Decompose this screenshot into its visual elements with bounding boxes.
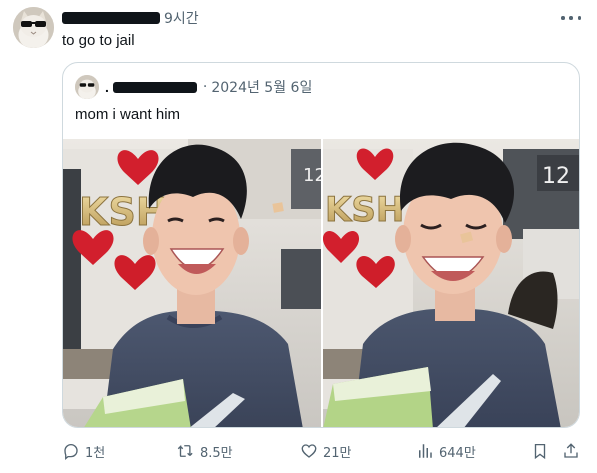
quoted-date-separator: · (202, 79, 208, 95)
reply-count: 1천 (85, 445, 106, 461)
view-count: 644만 (439, 445, 476, 461)
reply-button[interactable]: 1천 (62, 438, 105, 464)
truck-number-text-2: 12 (542, 164, 570, 189)
quoted-text: mom i want him (75, 106, 181, 123)
retweet-button[interactable]: 8.5만 (175, 438, 233, 464)
like-button[interactable]: 21만 (300, 438, 352, 464)
quoted-tweet[interactable]: . · 2024년 5월 6일 mom i want him 1 KSH 12 … (62, 62, 580, 428)
quoted-name-prefix: . (105, 79, 109, 95)
tweet-header: 9시간 (62, 8, 199, 28)
like-count: 21만 (323, 445, 352, 461)
share-button[interactable] (562, 438, 580, 464)
tweet-time[interactable]: 9시간 (164, 8, 199, 28)
redacted-username[interactable] (62, 12, 160, 24)
views-bar-chart-icon (419, 444, 432, 458)
quoted-date: 2024년 5월 6일 (211, 80, 313, 96)
more-dots-icon[interactable] (561, 10, 581, 26)
truck-number-text: 12 (303, 165, 321, 186)
tweet-actions: 1천 8.5만 21만 644만 (62, 438, 584, 464)
heart-icon (301, 444, 317, 458)
media-photo-2[interactable]: 12 KSH (323, 139, 579, 427)
media-photo-1[interactable]: 12 KSH (63, 139, 321, 427)
quoted-tweet-header: . · 2024년 5월 6일 (75, 75, 312, 99)
balloon-sign-text-2: KSH (325, 190, 404, 230)
retweet-count: 8.5만 (200, 445, 233, 461)
quoted-redacted-username (112, 81, 197, 93)
share-upload-icon (564, 443, 578, 458)
avatar[interactable] (13, 7, 54, 48)
quoted-avatar (75, 75, 99, 99)
retweet-icon (177, 444, 193, 457)
tweet-text: to go to jail (62, 32, 135, 49)
tweet: 9시간 to go to jail . · 2024년 5월 6일 mom i … (0, 0, 597, 473)
bookmark-button[interactable] (531, 438, 549, 464)
quoted-media: 12 KSH (63, 139, 579, 427)
bookmark-icon (534, 443, 546, 460)
views-button[interactable]: 644만 (416, 438, 476, 464)
reply-bubble-icon (64, 443, 78, 460)
